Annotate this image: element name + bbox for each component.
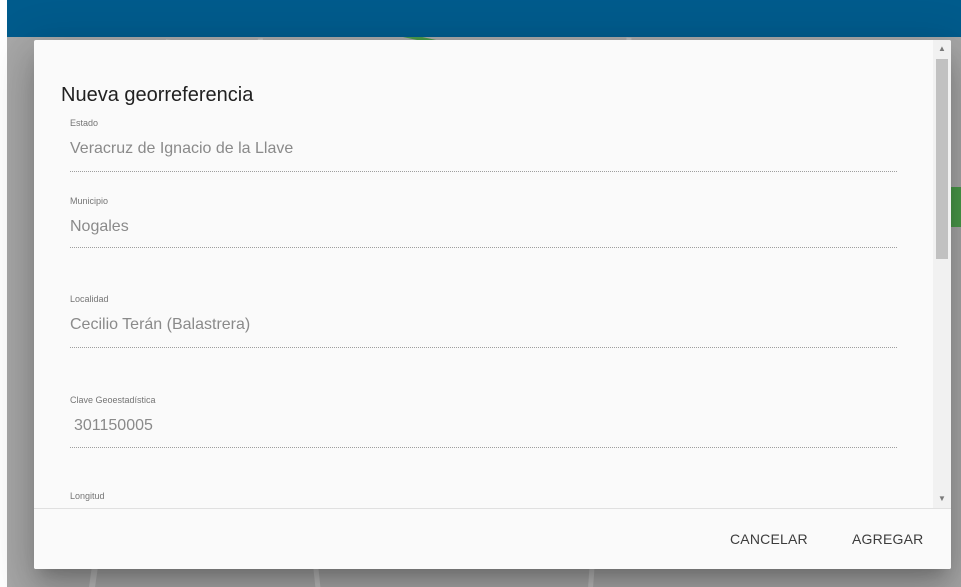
scroll-up-arrow-icon[interactable]: ▲ — [933, 42, 951, 56]
cancel-button[interactable]: CANCELAR — [724, 527, 814, 551]
app-header-bar — [7, 0, 961, 37]
localidad-label: Localidad — [70, 294, 109, 304]
estado-label: Estado — [70, 118, 99, 128]
dialog-title: Nueva georreferencia — [61, 84, 254, 106]
municipio-underline — [70, 247, 897, 248]
dialog-actions: CANCELAR AGREGAR — [34, 508, 951, 569]
add-button[interactable]: AGREGAR — [846, 527, 929, 551]
estado-underline — [70, 171, 897, 172]
municipio-value: Nogales — [70, 218, 129, 235]
clave-geoestadistica-underline — [70, 447, 897, 448]
page-edge — [0, 0, 7, 587]
map-park-area — [951, 187, 961, 227]
localidad-underline — [70, 347, 897, 348]
new-georeference-dialog: Nueva georreferencia Estado Veracruz de … — [34, 40, 951, 569]
municipio-label: Municipio — [70, 196, 109, 206]
clave-geoestadistica-value: 301150005 — [74, 417, 153, 434]
longitud-label: Longitud — [70, 491, 105, 501]
localidad-value: Cecilio Terán (Balastrera) — [70, 316, 251, 333]
scroll-down-arrow-icon[interactable]: ▼ — [933, 492, 951, 506]
dialog-content: Nueva georreferencia Estado Veracruz de … — [34, 40, 933, 508]
estado-value: Veracruz de Ignacio de la Llave — [70, 140, 294, 157]
clave-geoestadistica-label: Clave Geoestadística — [70, 395, 156, 405]
dialog-scrollbar[interactable]: ▲ ▼ — [933, 40, 951, 508]
scrollbar-thumb[interactable] — [936, 59, 948, 259]
